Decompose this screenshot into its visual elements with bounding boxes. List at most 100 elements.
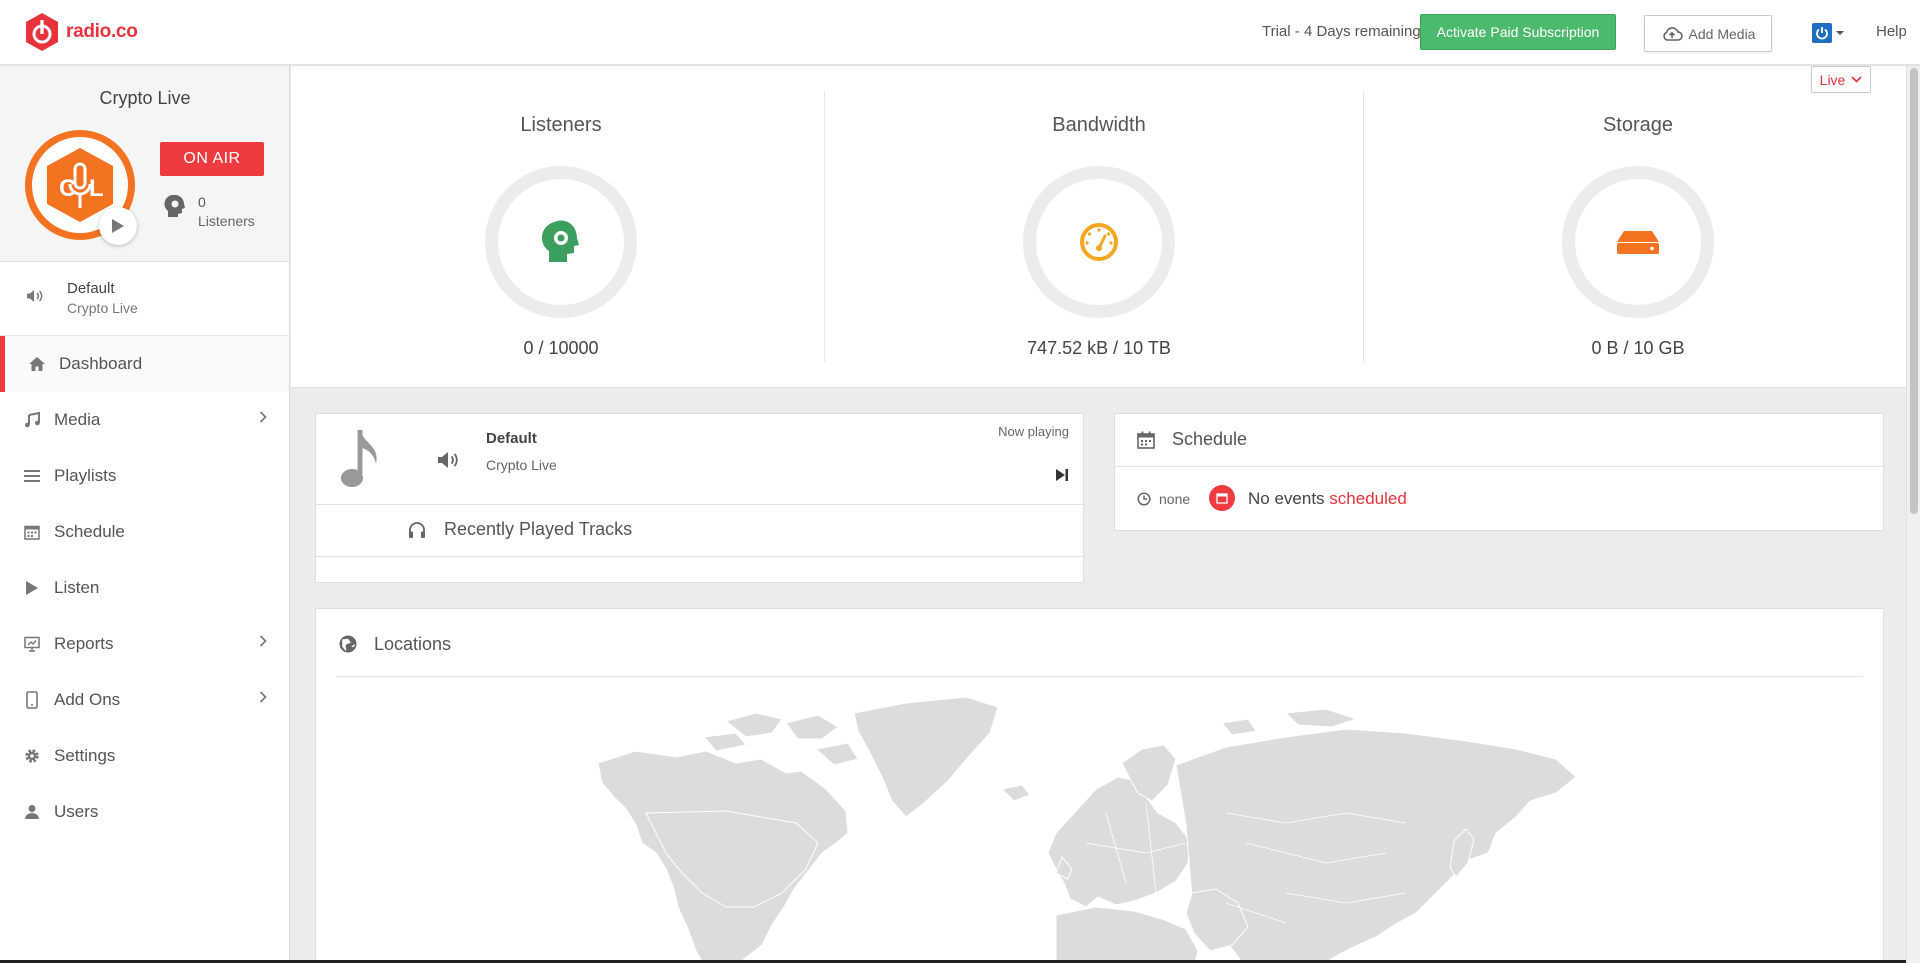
- trial-status: Trial - 4 Days remaining: [1262, 23, 1421, 40]
- bandwidth-gauge: [1023, 166, 1175, 318]
- schedule-time: none: [1159, 491, 1191, 507]
- radio-co-logo-icon: [26, 13, 58, 51]
- globe-icon: [339, 635, 357, 653]
- sidebar-item-playlists[interactable]: Playlists: [0, 448, 289, 504]
- recently-played-header[interactable]: Recently Played Tracks: [316, 505, 1083, 557]
- listeners-count: 0: [198, 194, 206, 210]
- play-icon: [22, 578, 42, 598]
- listeners-gauge: [485, 166, 637, 318]
- event-calendar-icon: [1209, 485, 1235, 511]
- now-playing-subtitle: Crypto Live: [486, 457, 557, 473]
- sidebar-item-reports[interactable]: Reports: [0, 616, 289, 672]
- gear-icon: [22, 746, 42, 766]
- sidebar-item-label: Users: [54, 802, 99, 821]
- storage-gauge: [1562, 166, 1714, 318]
- presentation-icon: [22, 634, 42, 654]
- add-media-label: Add Media: [1688, 25, 1756, 42]
- listener-head-icon: [164, 194, 185, 217]
- chevron-right-icon: [259, 411, 267, 423]
- speedometer-icon: [1080, 223, 1118, 261]
- sidebar-item-users[interactable]: Users: [0, 784, 289, 840]
- live-dropdown-label: Live: [1819, 71, 1846, 88]
- add-media-button[interactable]: Add Media: [1644, 15, 1772, 52]
- listener-head-icon: [541, 220, 579, 262]
- scrollbar-thumb[interactable]: [1910, 68, 1918, 514]
- activate-subscription-button[interactable]: Activate Paid Subscription: [1420, 14, 1616, 50]
- top-bar: radio.co Trial - 4 Days remaining Activa…: [0, 0, 1920, 65]
- sidebar-item-label: Reports: [54, 634, 114, 653]
- play-icon: [112, 219, 124, 233]
- page-scrollbar[interactable]: [1906, 66, 1920, 963]
- locations-card: Locations: [315, 608, 1884, 963]
- clock-icon: [1137, 492, 1151, 506]
- schedule-message: No events scheduled: [1248, 489, 1407, 509]
- headphones-icon: [409, 522, 425, 538]
- brand-logo[interactable]: radio.co: [24, 12, 138, 52]
- speaker-icon: [27, 290, 43, 302]
- user-icon: [22, 802, 42, 822]
- schedule-message-text: No events: [1248, 489, 1325, 508]
- schedule-card: Schedule none No events scheduled: [1114, 413, 1884, 531]
- skip-forward-icon[interactable]: [1055, 468, 1069, 482]
- power-icon: [1812, 23, 1832, 43]
- caret-down-icon: [1836, 31, 1844, 35]
- sidebar-item-add-ons[interactable]: Add Ons: [0, 672, 289, 728]
- stat-listeners: Listeners 0 / 10000: [291, 66, 831, 388]
- cloud-upload-icon: [1662, 26, 1683, 41]
- stream-selector[interactable]: Default Crypto Live: [0, 262, 289, 336]
- speaker-icon: [438, 452, 458, 468]
- hard-drive-icon: [1617, 231, 1659, 254]
- music-note-icon: [22, 410, 42, 430]
- calendar-icon: [1137, 431, 1155, 449]
- recently-played-title: Recently Played Tracks: [444, 519, 633, 539]
- listeners-label: Listeners: [198, 213, 255, 229]
- listeners-summary: 0 Listeners: [164, 194, 255, 229]
- mobile-icon: [22, 690, 42, 710]
- stream-subtitle: Crypto Live: [67, 300, 138, 316]
- calendar-icon: [22, 522, 42, 542]
- sidebar-item-label: Media: [54, 410, 101, 429]
- sidebar-item-settings[interactable]: Settings: [0, 728, 289, 784]
- brand-name: radio.co: [66, 21, 138, 42]
- schedule-message-highlight: scheduled: [1329, 489, 1407, 508]
- stat-title: Storage: [1602, 114, 1674, 136]
- world-map[interactable]: [586, 693, 1646, 963]
- sidebar-item-label: Dashboard: [59, 354, 143, 373]
- on-air-button[interactable]: ON AIR: [160, 142, 264, 176]
- stat-storage: Storage 0 B / 10 GB: [1368, 66, 1908, 388]
- sidebar-item-listen[interactable]: Listen: [0, 560, 289, 616]
- sidebar-item-label: Playlists: [54, 466, 117, 485]
- stats-panel: Listeners 0 / 10000 Bandwidth 747.52 kB …: [291, 66, 1906, 388]
- sidebar: Crypto Live C L ON AIR 0 Listeners Defau…: [0, 66, 290, 963]
- station-play-button[interactable]: [99, 207, 137, 245]
- home-icon: [27, 354, 47, 374]
- sidebar-item-label: Add Ons: [54, 690, 121, 709]
- station-panel: Crypto Live C L ON AIR 0 Listeners: [0, 66, 289, 262]
- stat-title: Listeners: [520, 114, 602, 136]
- sidebar-item-label: Listen: [54, 578, 100, 597]
- now-playing-label: Now playing: [998, 424, 1069, 439]
- stat-value: 747.52 kB / 10 TB: [1027, 338, 1171, 358]
- sidebar-item-label: Settings: [54, 746, 116, 765]
- schedule-title: Schedule: [1172, 429, 1248, 449]
- chevron-right-icon: [259, 635, 267, 647]
- help-link[interactable]: Help: [1876, 23, 1907, 40]
- sidebar-item-schedule[interactable]: Schedule: [0, 504, 289, 560]
- account-menu[interactable]: [1812, 23, 1844, 43]
- live-dropdown[interactable]: Live: [1811, 66, 1871, 93]
- chevron-right-icon: [259, 691, 267, 703]
- svg-text:L: L: [89, 175, 104, 202]
- stream-title: Default: [67, 280, 115, 297]
- stat-bandwidth: Bandwidth 747.52 kB / 10 TB: [829, 66, 1369, 388]
- stat-title: Bandwidth: [1052, 114, 1146, 136]
- stat-value: 0 / 10000: [523, 338, 599, 358]
- locations-title: Locations: [374, 634, 452, 654]
- stat-value: 0 B / 10 GB: [1591, 338, 1685, 358]
- chevron-down-icon: [1851, 76, 1862, 83]
- sidebar-item-media[interactable]: Media: [0, 392, 289, 448]
- music-note-icon: [341, 430, 377, 487]
- station-name: Crypto Live: [99, 88, 191, 108]
- now-playing-card: Default Crypto Live Now playing Recently…: [315, 413, 1084, 583]
- sidebar-item-label: Schedule: [54, 522, 125, 541]
- sidebar-item-dashboard[interactable]: Dashboard: [0, 336, 289, 392]
